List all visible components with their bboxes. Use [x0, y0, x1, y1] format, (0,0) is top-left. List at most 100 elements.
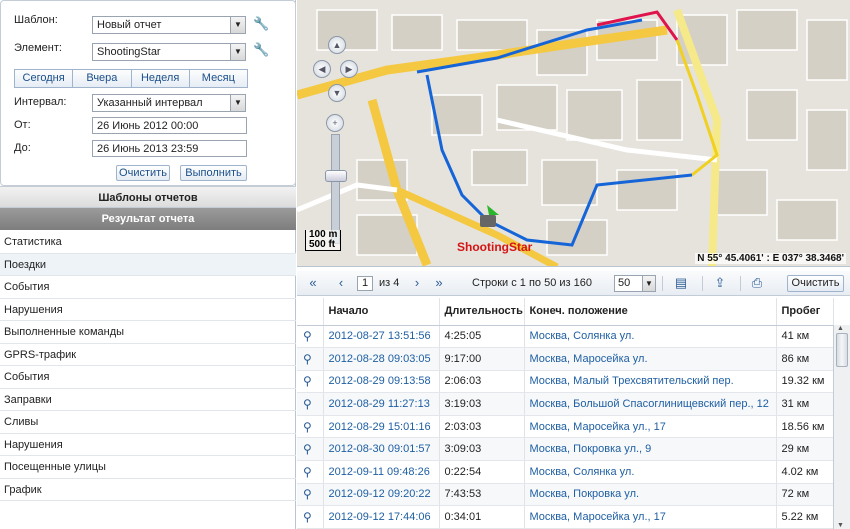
- last-page-icon[interactable]: »: [431, 275, 447, 291]
- list-item[interactable]: Нарушения: [0, 299, 296, 321]
- grid-clear-button[interactable]: Очистить: [787, 275, 844, 292]
- cell-start[interactable]: 2012-09-12 17:44:06: [323, 505, 440, 529]
- table-row[interactable]: ⚲ 2012-08-30 09:01:57 3:09:03 Москва, По…: [297, 437, 834, 462]
- cell-start[interactable]: 2012-09-12 09:20:22: [323, 483, 440, 507]
- tab-month[interactable]: Месяц: [188, 69, 248, 88]
- list-item[interactable]: События: [0, 366, 296, 389]
- binoculars-icon[interactable]: ⚲: [297, 460, 324, 484]
- cell-end-location[interactable]: Москва, Солянка ул.: [524, 460, 777, 484]
- cell-end-location[interactable]: Москва, Покровка ул., 9: [524, 437, 777, 462]
- period-tabs: Сегодня Вчера Неделя Месяц: [14, 69, 248, 88]
- chevron-down-icon: ▼: [230, 95, 245, 111]
- table-row[interactable]: ⚲ 2012-08-29 15:01:16 2:03:03 Москва, Ма…: [297, 415, 834, 439]
- table-row[interactable]: ⚲ 2012-08-29 11:27:13 3:19:03 Москва, Бо…: [297, 392, 834, 416]
- cell-start[interactable]: 2012-08-29 09:13:58: [323, 370, 440, 394]
- prev-page-icon[interactable]: ‹: [333, 275, 349, 291]
- rows-per-page-select[interactable]: 50 ▼: [614, 275, 656, 292]
- list-item[interactable]: GPRS-трафик: [0, 344, 296, 366]
- result-section-header[interactable]: Результат отчета: [0, 208, 296, 230]
- cell-end-location[interactable]: Москва, Большой Спасоглинищевский пер., …: [524, 392, 777, 416]
- tab-yesterday[interactable]: Вчера: [72, 69, 132, 88]
- wrench-icon[interactable]: 🔧: [253, 42, 269, 58]
- to-field[interactable]: 26 Июнь 2013 23:59: [92, 140, 247, 157]
- cell-start[interactable]: 2012-08-27 13:51:56: [323, 325, 440, 349]
- column-header-end-location[interactable]: Конеч. положение: [524, 298, 777, 326]
- list-item[interactable]: Выполненные команды: [0, 321, 296, 344]
- pan-down-icon[interactable]: ▼: [328, 84, 346, 102]
- tab-week[interactable]: Неделя: [130, 69, 190, 88]
- list-item[interactable]: Поездки: [0, 253, 296, 276]
- interval-select[interactable]: Указанный интервал ▼: [92, 94, 246, 112]
- page-input[interactable]: 1: [357, 276, 373, 291]
- binoculars-icon[interactable]: ⚲: [297, 505, 324, 529]
- pan-right-icon[interactable]: ▶: [340, 60, 358, 78]
- cell-start[interactable]: 2012-09-11 09:48:26: [323, 460, 440, 484]
- list-item[interactable]: Нарушения: [0, 434, 296, 456]
- scrollbar-thumb[interactable]: [836, 333, 848, 367]
- column-header-start[interactable]: Начало: [323, 298, 440, 326]
- cell-end-location[interactable]: Москва, Маросейка ул., 17: [524, 505, 777, 529]
- table-row[interactable]: ⚲ 2012-08-28 09:03:05 9:17:00 Москва, Ма…: [297, 347, 834, 371]
- tab-today[interactable]: Сегодня: [14, 69, 74, 88]
- binoculars-icon[interactable]: ⚲: [297, 392, 324, 416]
- column-header-duration[interactable]: Длительность: [439, 298, 525, 326]
- element-select[interactable]: ShootingStar ▼: [92, 43, 246, 61]
- list-item[interactable]: График: [0, 479, 296, 501]
- cell-start[interactable]: 2012-08-28 09:03:05: [323, 347, 440, 371]
- zoom-in-icon[interactable]: +: [326, 114, 344, 132]
- first-page-icon[interactable]: «: [305, 275, 321, 291]
- from-field[interactable]: 26 Июнь 2012 00:00: [92, 117, 247, 134]
- cell-start[interactable]: 2012-08-29 11:27:13: [323, 392, 440, 416]
- scroll-down-icon[interactable]: ▼: [837, 522, 844, 529]
- zoom-slider[interactable]: [331, 134, 340, 244]
- binoculars-icon[interactable]: ⚲: [297, 437, 324, 462]
- run-button[interactable]: Выполнить: [180, 165, 247, 181]
- binoculars-icon[interactable]: ⚲: [297, 370, 324, 394]
- pan-up-icon[interactable]: ▲: [328, 36, 346, 54]
- cell-mileage: 18.56 км: [776, 415, 834, 439]
- cell-end-location[interactable]: Москва, Солянка ул.: [524, 325, 777, 349]
- export-icon[interactable]: ⇪: [712, 275, 728, 291]
- pan-left-icon[interactable]: ◀: [313, 60, 331, 78]
- cell-end-location[interactable]: Москва, Малый Трехсвятительский пер.: [524, 370, 777, 394]
- interval-label: Интервал:: [14, 96, 67, 108]
- cell-duration: 2:03:03: [439, 415, 525, 439]
- list-item[interactable]: Посещенные улицы: [0, 456, 296, 479]
- cell-start[interactable]: 2012-08-30 09:01:57: [323, 437, 440, 462]
- zoom-slider-handle[interactable]: [325, 170, 347, 182]
- element-select-value: ShootingStar: [97, 46, 161, 58]
- table-row[interactable]: ⚲ 2012-09-12 09:20:22 7:43:53 Москва, По…: [297, 483, 834, 507]
- scroll-up-icon[interactable]: ▲: [837, 325, 844, 332]
- binoculars-icon[interactable]: ⚲: [297, 415, 324, 439]
- binoculars-icon[interactable]: ⚲: [297, 325, 324, 349]
- cell-duration: 7:43:53: [439, 483, 525, 507]
- template-label: Шаблон:: [14, 14, 58, 26]
- unit-label[interactable]: ShootingStar: [457, 240, 532, 254]
- cell-end-location[interactable]: Москва, Маросейка ул.: [524, 347, 777, 371]
- next-page-icon[interactable]: ›: [409, 275, 425, 291]
- list-item[interactable]: Статистика: [0, 231, 296, 254]
- columns-icon[interactable]: ▤: [673, 275, 689, 291]
- column-header-mileage[interactable]: Пробег: [776, 298, 834, 326]
- templates-section-header[interactable]: Шаблоны отчетов: [0, 186, 296, 208]
- cell-duration: 3:09:03: [439, 437, 525, 462]
- wrench-icon[interactable]: 🔧: [253, 16, 269, 32]
- cell-end-location[interactable]: Москва, Покровка ул.: [524, 483, 777, 507]
- binoculars-icon[interactable]: ⚲: [297, 483, 324, 507]
- table-scrollbar[interactable]: ▲ ▼: [833, 325, 850, 529]
- list-item[interactable]: Сливы: [0, 411, 296, 434]
- cell-end-location[interactable]: Москва, Маросейка ул., 17: [524, 415, 777, 439]
- template-select[interactable]: Новый отчет ▼: [92, 16, 246, 34]
- table-row[interactable]: ⚲ 2012-08-29 09:13:58 2:06:03 Москва, Ма…: [297, 370, 834, 394]
- table-row[interactable]: ⚲ 2012-08-27 13:51:56 4:25:05 Москва, Со…: [297, 325, 834, 349]
- clear-button[interactable]: Очистить: [116, 165, 170, 181]
- table-row[interactable]: ⚲ 2012-09-12 17:44:06 0:34:01 Москва, Ма…: [297, 505, 834, 529]
- print-icon[interactable]: ⎙: [749, 275, 765, 291]
- list-item[interactable]: Заправки: [0, 389, 296, 411]
- list-item[interactable]: События: [0, 276, 296, 299]
- map-view[interactable]: ▲ ◀ ▶ ▼ + 100 m 500 ft ShootingStar N 55…: [297, 0, 850, 267]
- binoculars-icon[interactable]: ⚲: [297, 347, 324, 371]
- cell-start[interactable]: 2012-08-29 15:01:16: [323, 415, 440, 439]
- cell-mileage: 86 км: [776, 347, 834, 371]
- table-row[interactable]: ⚲ 2012-09-11 09:48:26 0:22:54 Москва, Со…: [297, 460, 834, 484]
